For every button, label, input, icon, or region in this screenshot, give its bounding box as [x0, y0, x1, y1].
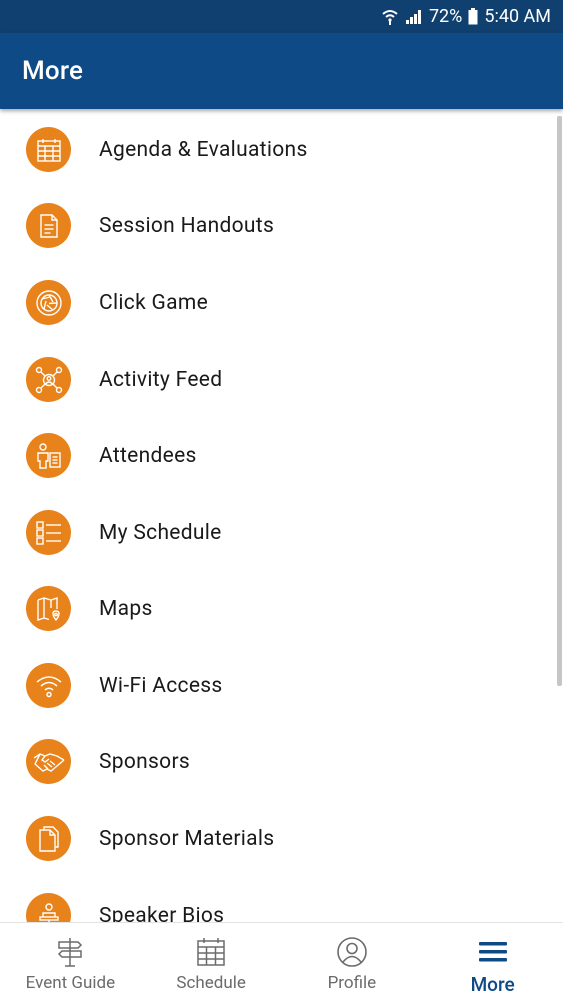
menu-item-label: Session Handouts: [99, 213, 275, 238]
menu-item-label: Sponsors: [99, 749, 191, 774]
schedule-list-icon: [26, 510, 71, 555]
status-bar: 72% 5:40 AM: [0, 0, 563, 33]
wifi-icon: [26, 663, 71, 708]
document-icon: [26, 203, 71, 248]
map-icon: [26, 586, 71, 631]
attendees-icon: [26, 433, 71, 478]
tab-label: Profile: [327, 973, 377, 993]
app-bar: More: [0, 33, 563, 109]
signpost-icon: [55, 935, 85, 969]
menu-item-session-handouts[interactable]: Session Handouts: [0, 187, 556, 264]
menu-item-activity-feed[interactable]: Activity Feed: [0, 341, 556, 418]
menu-item-maps[interactable]: Maps: [0, 570, 556, 647]
wifi-calling-icon: [381, 8, 399, 26]
page-title: More: [22, 56, 84, 86]
menu-item-label: Speaker Bios: [99, 903, 225, 923]
aperture-icon: [26, 280, 71, 325]
profile-icon: [336, 935, 368, 969]
signal-icon: [405, 9, 423, 25]
menu-item-click-game[interactable]: Click Game: [0, 264, 556, 341]
more-menu-list[interactable]: Agenda & Evaluations Session Handouts Cl…: [0, 109, 563, 922]
clock: 5:40 AM: [484, 6, 551, 27]
menu-item-label: Wi-Fi Access: [99, 673, 223, 698]
tab-event-guide[interactable]: Event Guide: [0, 923, 141, 1000]
tab-label: Event Guide: [25, 973, 116, 993]
menu-item-label: Activity Feed: [99, 367, 223, 392]
menu-item-label: Agenda & Evaluations: [99, 137, 308, 162]
speaker-icon: [26, 893, 71, 922]
bottom-tab-bar: Event Guide Schedule Profile More: [0, 922, 563, 1000]
menu-item-my-schedule[interactable]: My Schedule: [0, 494, 556, 571]
handshake-icon: [26, 739, 71, 784]
menu-item-label: Sponsor Materials: [99, 826, 275, 851]
hamburger-menu-icon: [478, 935, 508, 969]
menu-item-sponsors[interactable]: Sponsors: [0, 723, 556, 800]
menu-item-speaker-bios[interactable]: Speaker Bios: [0, 877, 556, 922]
tab-label: More: [470, 973, 515, 996]
menu-item-sponsor-materials[interactable]: Sponsor Materials: [0, 800, 556, 877]
tab-profile[interactable]: Profile: [282, 923, 423, 1000]
menu-item-attendees[interactable]: Attendees: [0, 417, 556, 494]
battery-icon: [468, 8, 478, 25]
menu-item-label: My Schedule: [99, 520, 222, 545]
tab-more[interactable]: More: [422, 923, 563, 1000]
tab-label: Schedule: [176, 973, 246, 993]
menu-item-label: Maps: [99, 596, 153, 621]
battery-percent: 72%: [428, 6, 463, 27]
activity-network-icon: [26, 357, 71, 402]
menu-item-agenda[interactable]: Agenda & Evaluations: [0, 111, 556, 188]
calendar-icon: [26, 127, 71, 172]
menu-item-wifi-access[interactable]: Wi-Fi Access: [0, 647, 556, 724]
menu-item-label: Attendees: [99, 443, 197, 468]
tab-schedule[interactable]: Schedule: [141, 923, 282, 1000]
menu-item-label: Click Game: [99, 290, 209, 315]
scrollbar[interactable]: [557, 116, 562, 686]
files-icon: [26, 816, 71, 861]
calendar-grid-icon: [196, 935, 226, 969]
